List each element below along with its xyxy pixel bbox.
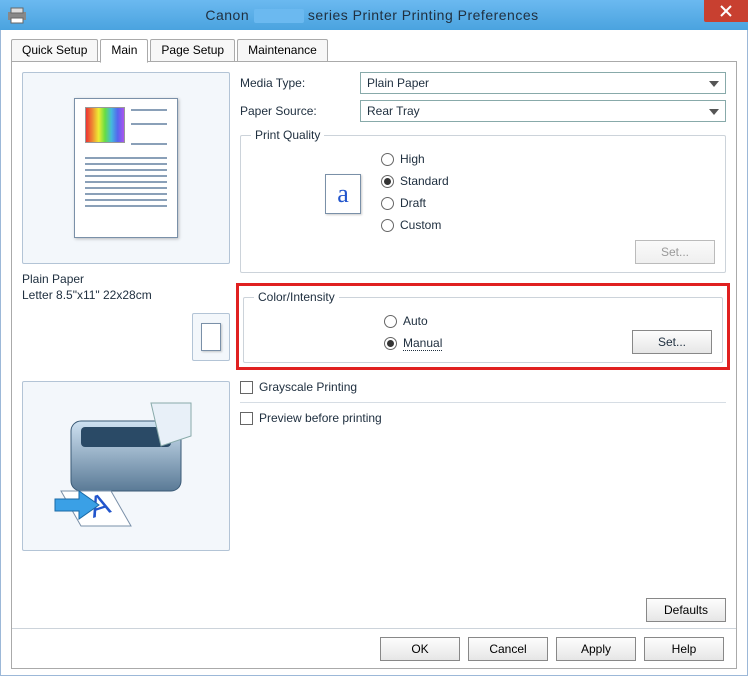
media-type-combo[interactable]: Plain Paper [360, 72, 726, 94]
quality-standard-radio[interactable]: Standard [381, 170, 715, 192]
preview-size-label: Letter 8.5"x11" 22x28cm [22, 288, 230, 304]
tab-quick-setup[interactable]: Quick Setup [11, 39, 98, 63]
dialog-button-bar: OK Cancel Apply Help [12, 628, 736, 668]
color-intensity-highlight: Color/Intensity Auto Manual Set... [236, 283, 730, 370]
print-quality-group: Print Quality a High Standard Draft Cust… [240, 128, 726, 273]
tab-main[interactable]: Main [100, 39, 148, 63]
cancel-button[interactable]: Cancel [468, 637, 548, 661]
paper-source-label: Paper Source: [240, 104, 360, 118]
title-bar: Canon series Printer Printing Preference… [0, 0, 748, 30]
tab-page-setup[interactable]: Page Setup [150, 39, 235, 63]
page-preview [22, 72, 230, 264]
tab-strip: Quick Setup Main Page Setup Maintenance [11, 38, 737, 62]
preview-before-printing-checkbox[interactable]: Preview before printing [240, 411, 726, 425]
tab-maintenance[interactable]: Maintenance [237, 39, 328, 63]
help-button[interactable]: Help [644, 637, 724, 661]
window-title: Canon series Printer Printing Preference… [36, 7, 748, 23]
defaults-button[interactable]: Defaults [646, 598, 726, 622]
printer-illustration: A [22, 381, 230, 551]
separator [240, 402, 726, 403]
preview-media-label: Plain Paper [22, 272, 230, 288]
quality-set-button: Set... [635, 240, 715, 264]
quality-custom-radio[interactable]: Custom [381, 214, 715, 236]
quality-draft-radio[interactable]: Draft [381, 192, 715, 214]
ok-button[interactable]: OK [380, 637, 460, 661]
redacted-model [254, 9, 304, 23]
color-set-button[interactable]: Set... [632, 330, 712, 354]
quality-high-radio[interactable]: High [381, 148, 715, 170]
color-auto-radio[interactable]: Auto [384, 310, 632, 332]
close-button[interactable] [704, 0, 748, 22]
grayscale-checkbox[interactable]: Grayscale Printing [240, 380, 726, 394]
orientation-thumb[interactable] [192, 313, 230, 361]
printer-icon [6, 6, 28, 24]
quality-sample-icon: a [325, 174, 361, 214]
color-manual-radio[interactable]: Manual [384, 332, 632, 354]
color-intensity-legend: Color/Intensity [254, 290, 339, 304]
tab-panel-main: Plain Paper Letter 8.5"x11" 22x28cm [11, 61, 737, 669]
media-type-label: Media Type: [240, 76, 360, 90]
paper-source-combo[interactable]: Rear Tray [360, 100, 726, 122]
color-intensity-group: Color/Intensity Auto Manual Set... [243, 290, 723, 363]
apply-button[interactable]: Apply [556, 637, 636, 661]
print-quality-legend: Print Quality [251, 128, 324, 142]
